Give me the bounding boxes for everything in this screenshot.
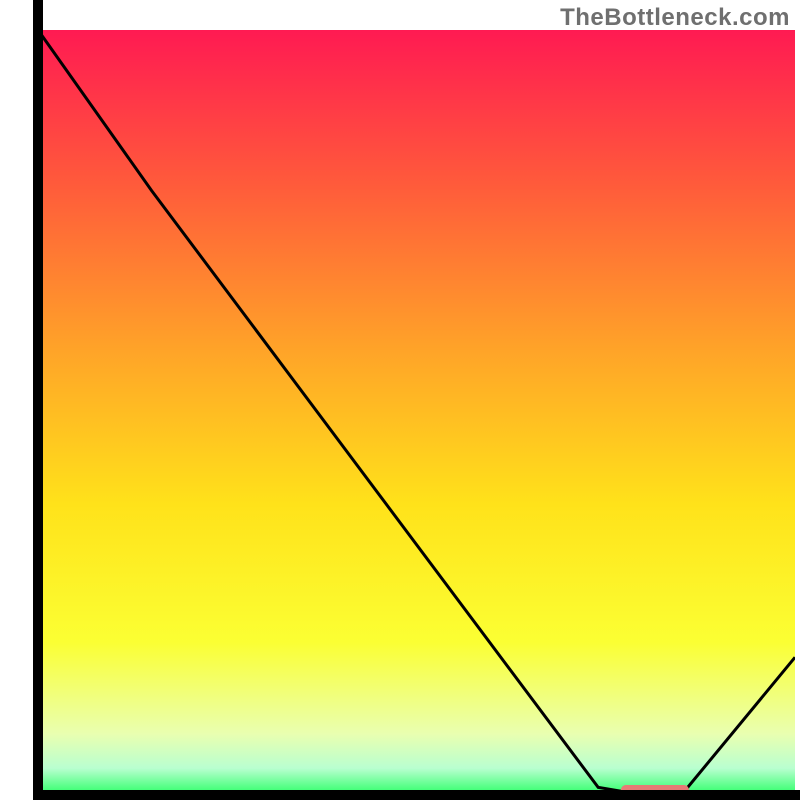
- chart-background-gradient: [38, 30, 795, 795]
- chart-frame: TheBottleneck.com: [0, 0, 800, 800]
- chart-svg: [0, 0, 800, 800]
- watermark-label: TheBottleneck.com: [560, 4, 790, 32]
